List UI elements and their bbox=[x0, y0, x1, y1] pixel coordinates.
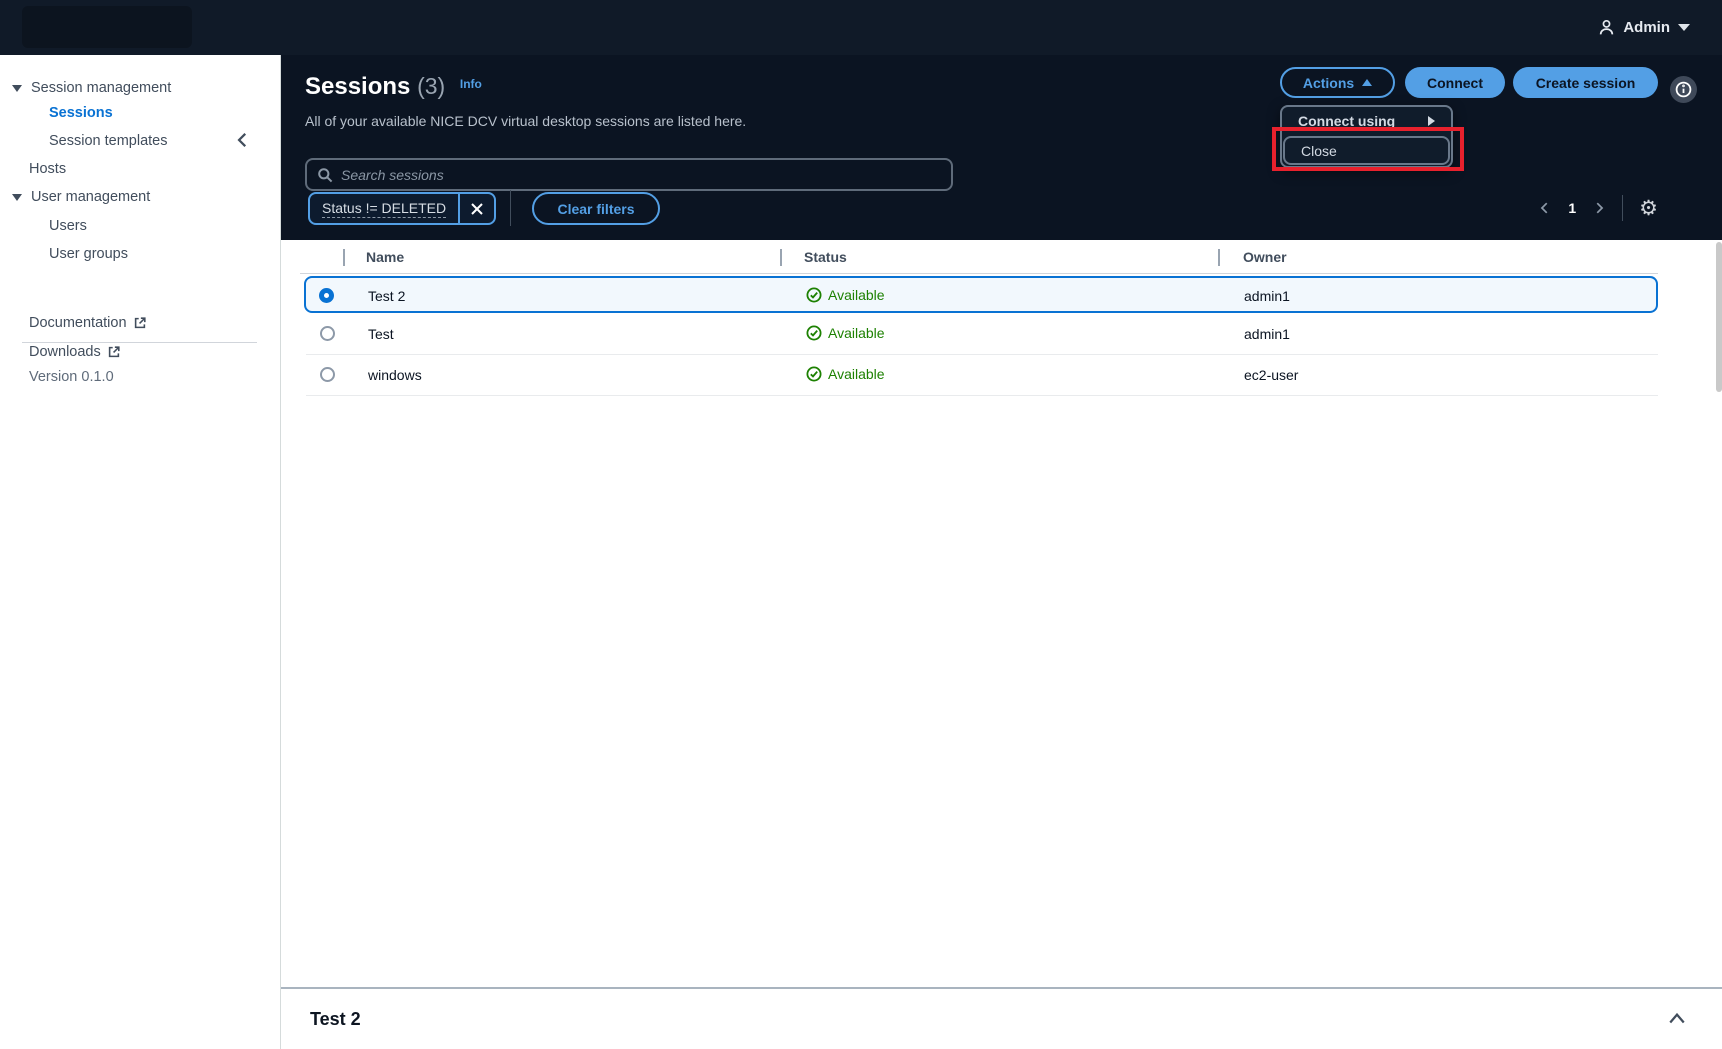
session-name: Test 2 bbox=[368, 288, 406, 304]
close-icon bbox=[471, 202, 483, 215]
menu-item-label: Close bbox=[1301, 142, 1337, 159]
session-name: windows bbox=[368, 367, 422, 383]
page-prev-icon[interactable] bbox=[1538, 201, 1552, 215]
sidebar-item-hosts[interactable]: Hosts bbox=[0, 157, 280, 181]
page-title: Sessions (3) Info bbox=[305, 73, 482, 100]
menu-item-label: Connect using bbox=[1298, 113, 1396, 129]
radio-button-selected[interactable] bbox=[319, 288, 334, 303]
status-badge: Available bbox=[828, 287, 885, 303]
actions-label: Actions bbox=[1302, 74, 1355, 91]
row-divider bbox=[306, 395, 1658, 396]
filter-token-label: Status != DELETED bbox=[322, 199, 447, 218]
caret-down-icon bbox=[1678, 24, 1690, 31]
session-name: Test bbox=[368, 326, 394, 342]
page-subtitle: All of your available NICE DCV virtual d… bbox=[305, 113, 747, 129]
remove-filter-button[interactable] bbox=[458, 194, 494, 223]
sidebar-item-user-groups[interactable]: User groups bbox=[0, 242, 280, 266]
menu-item-connect-using[interactable]: Connect using bbox=[1282, 107, 1451, 135]
side-navigation: Session management Sessions Session temp… bbox=[0, 55, 281, 1049]
table-row[interactable]: Test Available admin1 bbox=[304, 314, 1658, 354]
actions-dropdown-menu: Connect using Close bbox=[1280, 105, 1453, 168]
status-available-icon bbox=[806, 366, 822, 382]
external-link-icon bbox=[134, 317, 146, 329]
sidebar-item-users[interactable]: Users bbox=[0, 214, 280, 238]
column-divider bbox=[1218, 249, 1220, 266]
sidebar-link-label: Documentation bbox=[29, 315, 127, 331]
sessions-table: Name Status Owner Test 2 Available admin… bbox=[281, 240, 1722, 987]
scrollbar-thumb[interactable] bbox=[1716, 242, 1722, 392]
table-row[interactable]: Test 2 Available admin1 bbox=[304, 276, 1658, 313]
radio-button[interactable] bbox=[320, 367, 335, 382]
sidebar-section-session-management[interactable]: Session management bbox=[0, 76, 280, 100]
current-page[interactable]: 1 bbox=[1568, 200, 1576, 216]
chevron-up-icon[interactable] bbox=[1668, 1011, 1686, 1030]
caret-up-icon bbox=[1362, 79, 1373, 86]
column-divider bbox=[780, 249, 782, 266]
menu-item-close[interactable]: Close bbox=[1283, 136, 1450, 165]
session-owner: ec2-user bbox=[1244, 367, 1299, 383]
nice-dcv-console: Admin Session management Sessions Sessio… bbox=[0, 0, 1722, 1049]
status-badge: Available bbox=[828, 366, 885, 382]
pagination-divider bbox=[1622, 195, 1624, 221]
user-menu[interactable]: Admin bbox=[1598, 0, 1690, 55]
external-link-icon bbox=[108, 346, 120, 358]
session-count: (3) bbox=[417, 73, 446, 99]
filter-token[interactable]: Status != DELETED bbox=[308, 192, 497, 225]
user-name-label: Admin bbox=[1623, 19, 1670, 36]
info-icon bbox=[1675, 81, 1692, 98]
session-owner: admin1 bbox=[1244, 326, 1290, 342]
sidebar-item-label: Hosts bbox=[29, 161, 67, 177]
sidebar-section-label: Session management bbox=[31, 80, 172, 96]
split-panel-title: Test 2 bbox=[310, 1009, 361, 1029]
search-box bbox=[305, 158, 953, 191]
sidebar-link-label: Downloads bbox=[29, 344, 101, 360]
search-input[interactable] bbox=[341, 166, 941, 183]
sidebar-link-documentation[interactable]: Documentation bbox=[0, 311, 280, 335]
sidebar-item-sessions[interactable]: Sessions bbox=[0, 101, 280, 125]
sidebar-section-label: User management bbox=[31, 189, 151, 205]
clear-filters-button[interactable]: Clear filters bbox=[532, 192, 660, 225]
actions-button[interactable]: Actions bbox=[1280, 67, 1395, 98]
tree-caret-icon bbox=[12, 193, 22, 201]
status-badge: Available bbox=[828, 325, 885, 341]
top-bar: Admin bbox=[0, 0, 1722, 55]
sidebar-item-label: User groups bbox=[49, 246, 128, 262]
sidebar-item-label: Session templates bbox=[49, 133, 168, 149]
session-owner: admin1 bbox=[1244, 288, 1290, 304]
table-row[interactable]: windows Available ec2-user bbox=[304, 354, 1658, 394]
pagination: 1 ⚙ bbox=[1538, 195, 1658, 221]
gear-icon[interactable]: ⚙ bbox=[1639, 198, 1658, 219]
version-label: Version 0.1.0 bbox=[29, 369, 114, 385]
filter-divider bbox=[510, 190, 511, 226]
sidebar-item-label: Users bbox=[49, 218, 87, 234]
create-session-label: Create session bbox=[1535, 74, 1636, 91]
page-header: Sessions (3) Info All of your available … bbox=[281, 55, 1722, 240]
sidebar-item-session-templates[interactable]: Session templates bbox=[0, 129, 280, 153]
split-panel: Test 2 bbox=[281, 987, 1722, 1049]
sidebar-section-user-management[interactable]: User management bbox=[0, 185, 280, 209]
status-available-icon bbox=[806, 325, 822, 341]
column-header-status: Status bbox=[804, 249, 847, 265]
sidebar-link-downloads[interactable]: Downloads bbox=[0, 340, 280, 364]
column-header-name: Name bbox=[366, 249, 405, 265]
radio-button[interactable] bbox=[320, 326, 335, 341]
page-next-icon[interactable] bbox=[1592, 201, 1606, 215]
clear-filters-label: Clear filters bbox=[557, 200, 635, 217]
connect-button[interactable]: Connect bbox=[1405, 67, 1505, 98]
app-logo[interactable] bbox=[22, 6, 192, 48]
user-icon bbox=[1598, 19, 1615, 36]
column-divider bbox=[343, 249, 345, 266]
info-link[interactable]: Info bbox=[460, 77, 482, 91]
create-session-button[interactable]: Create session bbox=[1513, 67, 1658, 98]
search-icon bbox=[318, 167, 333, 182]
sidebar-item-label: Sessions bbox=[49, 105, 113, 121]
tree-caret-icon bbox=[12, 84, 22, 92]
status-available-icon bbox=[806, 287, 822, 303]
info-panel-button[interactable] bbox=[1670, 76, 1697, 103]
connect-label: Connect bbox=[1427, 74, 1483, 91]
header-underline bbox=[300, 273, 1658, 274]
submenu-arrow-icon bbox=[1428, 116, 1435, 126]
column-header-owner: Owner bbox=[1243, 249, 1287, 265]
